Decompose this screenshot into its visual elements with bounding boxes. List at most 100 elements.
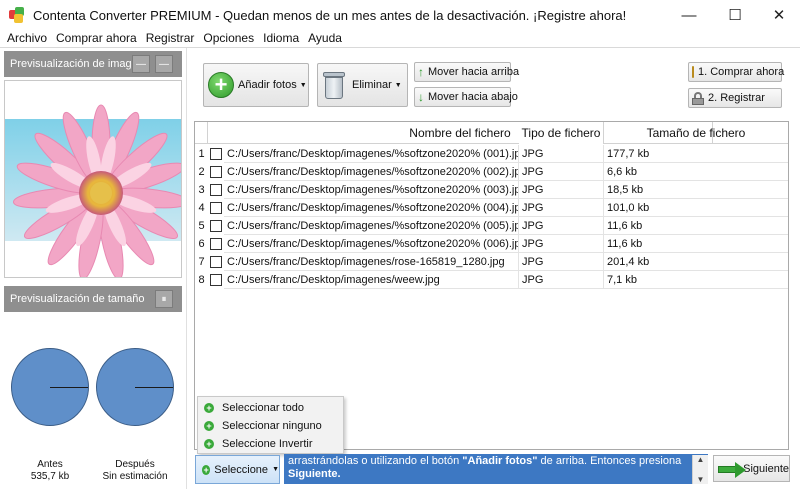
file-name-cell: C:/Users/franc/Desktop/imagenes/rose-165… bbox=[224, 253, 519, 271]
close-button[interactable]: ✕ bbox=[756, 0, 800, 30]
file-type-cell: JPG bbox=[519, 217, 604, 235]
file-name-cell: C:/Users/franc/Desktop/imagenes/%softzon… bbox=[224, 145, 519, 163]
chevron-down-icon: ▼ bbox=[272, 466, 279, 473]
row-number-header bbox=[195, 122, 208, 144]
file-size-cell: 18,5 kb bbox=[604, 181, 788, 199]
select-none-label: Seleccionar ninguno bbox=[222, 420, 322, 432]
scroll-up-icon[interactable]: ▲ bbox=[697, 455, 705, 464]
trash-icon bbox=[322, 70, 346, 100]
maximize-button[interactable]: ☐ bbox=[712, 0, 758, 30]
panel-splitter[interactable] bbox=[186, 48, 187, 489]
move-up-label: Mover hacia arriba bbox=[428, 66, 520, 78]
instructions-scrollbar[interactable]: ▲ ▼ bbox=[692, 455, 708, 484]
lock-icon bbox=[692, 91, 704, 105]
file-size-cell: 6,6 kb bbox=[604, 163, 788, 181]
file-size-cell: 7,1 kb bbox=[604, 271, 788, 289]
row-checkbox[interactable] bbox=[210, 148, 222, 160]
menu-ayuda[interactable]: Ayuda bbox=[308, 31, 342, 45]
menu-select-all[interactable]: + Seleccionar todo bbox=[198, 399, 343, 417]
minimize-button[interactable]: — bbox=[666, 0, 712, 30]
column-header-size[interactable]: Tamaño de fichero bbox=[604, 122, 788, 144]
next-button[interactable]: Siguiente bbox=[713, 455, 790, 482]
menu-archivo[interactable]: Archivo bbox=[7, 31, 47, 45]
file-type-cell: JPG bbox=[519, 163, 604, 181]
menu-idioma[interactable]: Idioma bbox=[263, 31, 299, 45]
add-photos-button[interactable]: + Añadir fotos ▼ bbox=[203, 63, 309, 107]
image-preview-header: Previsualización de imagen — — bbox=[4, 51, 182, 77]
table-row[interactable]: 6 C:/Users/franc/Desktop/imagenes/%softzo… bbox=[195, 235, 788, 253]
preview-minimize-button[interactable]: — bbox=[155, 55, 173, 73]
menu-select-none[interactable]: + Seleccionar ninguno bbox=[198, 417, 343, 435]
file-type-cell: JPG bbox=[519, 253, 604, 271]
row-number: 2 bbox=[198, 166, 205, 178]
delete-button[interactable]: Eliminar ▼ bbox=[317, 63, 408, 107]
file-name-cell: C:/Users/franc/Desktop/imagenes/%softzon… bbox=[224, 163, 519, 181]
row-number: 1 bbox=[198, 148, 205, 160]
flower-thumbnail bbox=[5, 104, 181, 277]
column-header-type[interactable]: Tipo de fichero bbox=[519, 122, 604, 144]
register-button[interactable]: 2. Registrar bbox=[688, 88, 782, 108]
hint-next: Siguiente. bbox=[288, 468, 341, 480]
table-row[interactable]: 1 C:/Users/franc/Desktop/imagenes/%softzo… bbox=[195, 145, 788, 163]
before-caption: Antes 535,7 kb bbox=[5, 459, 95, 483]
size-preview-title: Previsualización de tamaño bbox=[10, 293, 145, 305]
before-value: 535,7 kb bbox=[30, 471, 70, 482]
hint-add-photos: "Añadir fotos" bbox=[462, 455, 538, 467]
file-name-cell: C:/Users/franc/Desktop/imagenes/%softzon… bbox=[224, 199, 519, 217]
table-row[interactable]: 2 C:/Users/franc/Desktop/imagenes/%softzo… bbox=[195, 163, 788, 181]
arrow-up-icon: ↑ bbox=[418, 65, 424, 79]
menu-opciones[interactable]: Opciones bbox=[203, 31, 254, 45]
table-row[interactable]: 5 C:/Users/franc/Desktop/imagenes/%softzo… bbox=[195, 217, 788, 235]
file-size-cell: 11,6 kb bbox=[604, 217, 788, 235]
image-preview-title: Previsualización de imagen bbox=[10, 58, 144, 70]
after-value: Sin estimación bbox=[102, 471, 168, 482]
row-checkbox[interactable] bbox=[210, 274, 222, 286]
move-up-button[interactable]: ↑ Mover hacia arriba bbox=[414, 62, 519, 82]
delete-label: Eliminar bbox=[352, 79, 392, 91]
add-circle-icon: + bbox=[202, 464, 211, 475]
hand-icon bbox=[692, 66, 694, 78]
after-caption: Después Sin estimación bbox=[90, 459, 180, 483]
row-checkbox[interactable] bbox=[210, 238, 222, 250]
row-checkbox[interactable] bbox=[210, 166, 222, 178]
add-circle-icon: + bbox=[204, 421, 214, 431]
file-size-cell: 101,0 kb bbox=[604, 199, 788, 217]
chevron-down-icon: ▼ bbox=[299, 81, 307, 89]
arrow-down-icon: ↓ bbox=[418, 90, 424, 104]
after-label: Después bbox=[115, 459, 155, 470]
move-down-button[interactable]: ↓ Mover hacia abajo bbox=[414, 87, 518, 107]
menu-registrar[interactable]: Registrar bbox=[146, 31, 195, 45]
add-photos-label: Añadir fotos bbox=[238, 79, 297, 91]
table-row[interactable]: 8 C:/Users/franc/Desktop/imagenes/weew.jp… bbox=[195, 271, 788, 289]
row-checkbox[interactable] bbox=[210, 256, 222, 268]
menu-bar: Archivo Comprar ahora Registrar Opciones… bbox=[0, 29, 800, 47]
select-all-label: Seleccionar todo bbox=[222, 402, 304, 414]
table-row[interactable]: 7 C:/Users/franc/Desktop/imagenes/rose-16… bbox=[195, 253, 788, 271]
add-circle-icon: + bbox=[204, 439, 214, 449]
row-checkbox[interactable] bbox=[210, 220, 222, 232]
menu-select-invert[interactable]: + Seleccione Invertir bbox=[198, 435, 343, 453]
next-label: Siguiente bbox=[743, 462, 789, 475]
arrow-right-icon bbox=[718, 461, 746, 478]
preview-collapse-button[interactable]: — bbox=[132, 55, 150, 73]
pause-button[interactable]: ⏸ bbox=[155, 290, 173, 308]
table-row[interactable]: 3 C:/Users/franc/Desktop/imagenes/%softzo… bbox=[195, 181, 788, 199]
size-preview-header: Previsualización de tamaño ⏸ bbox=[4, 286, 182, 312]
select-button[interactable]: + Seleccione ▼ bbox=[195, 455, 280, 484]
scroll-down-icon[interactable]: ▼ bbox=[697, 475, 705, 484]
row-checkbox[interactable] bbox=[210, 202, 222, 214]
row-checkbox[interactable] bbox=[210, 184, 222, 196]
file-name-cell: C:/Users/franc/Desktop/imagenes/%softzon… bbox=[224, 217, 519, 235]
menu-comprar-ahora[interactable]: Comprar ahora bbox=[56, 31, 137, 45]
buy-now-button[interactable]: 1. Comprar ahora bbox=[688, 62, 784, 82]
image-preview-area bbox=[4, 80, 182, 278]
table-row[interactable]: 4 C:/Users/franc/Desktop/imagenes/%softzo… bbox=[195, 199, 788, 217]
chevron-down-icon: ▼ bbox=[394, 81, 402, 89]
row-number: 4 bbox=[198, 202, 205, 214]
register-label: 2. Registrar bbox=[708, 92, 765, 104]
file-size-cell: 201,4 kb bbox=[604, 253, 788, 271]
file-size-cell: 11,6 kb bbox=[604, 235, 788, 253]
file-name-cell: C:/Users/franc/Desktop/imagenes/weew.jpg bbox=[224, 271, 519, 289]
app-logo-icon bbox=[9, 7, 25, 23]
menu-divider bbox=[0, 47, 800, 48]
